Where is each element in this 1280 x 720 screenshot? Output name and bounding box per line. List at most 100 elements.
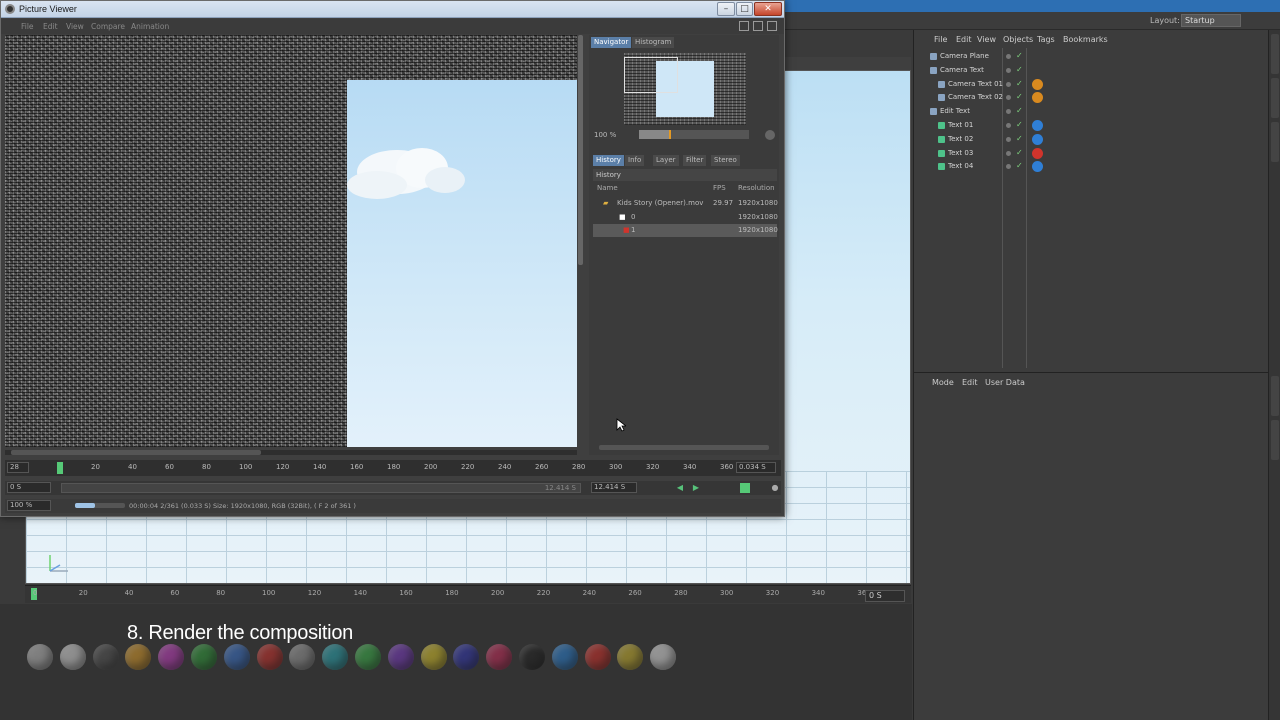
side-tab[interactable] <box>1271 420 1279 460</box>
material-swatch[interactable] <box>223 644 250 670</box>
tab-filter[interactable]: Filter <box>683 155 707 166</box>
preview-range[interactable]: 12.414 S <box>61 483 581 493</box>
material-swatch[interactable] <box>387 644 414 670</box>
play-backward-icon[interactable]: ◀ <box>675 483 685 493</box>
tab-stereo[interactable]: Stereo <box>711 155 740 166</box>
material-swatch[interactable] <box>355 644 381 670</box>
om-object-row[interactable]: Camera Text ✓ <box>914 64 1269 78</box>
visibility-dot[interactable] <box>1006 109 1011 115</box>
material-swatch[interactable] <box>486 644 513 670</box>
om-menu-bookmarks[interactable]: Bookmarks <box>1063 35 1108 44</box>
material-swatch[interactable] <box>289 644 316 670</box>
material-swatch[interactable] <box>453 644 480 670</box>
visibility-dot[interactable] <box>1006 123 1011 128</box>
pv-menu-edit[interactable]: Edit <box>43 22 58 31</box>
om-object-row[interactable]: Camera Text 01 ✓ <box>914 78 1269 92</box>
object-tag-icon[interactable] <box>1032 133 1043 145</box>
enabled-check-icon[interactable]: ✓ <box>1016 120 1023 129</box>
zoom-reset-icon[interactable] <box>765 130 775 140</box>
material-swatch[interactable] <box>27 644 53 670</box>
om-object-row[interactable]: Camera Text 02 ✓ <box>914 91 1269 105</box>
material-swatch[interactable] <box>650 644 677 670</box>
object-tag-icon[interactable] <box>1032 161 1043 173</box>
visibility-dot[interactable] <box>1006 164 1011 170</box>
history-scrollbar[interactable] <box>599 445 769 450</box>
material-swatch[interactable] <box>125 644 152 670</box>
material-swatch[interactable] <box>158 644 185 670</box>
om-object-row[interactable]: Text 03 ✓ <box>914 147 1269 161</box>
object-tag-icon[interactable] <box>1032 120 1043 131</box>
col-fps[interactable]: FPS <box>713 184 726 192</box>
close-button[interactable]: ✕ <box>754 2 782 16</box>
enabled-check-icon[interactable]: ✓ <box>1016 65 1023 74</box>
start-field[interactable]: 0 S <box>7 482 51 493</box>
enabled-check-icon[interactable]: ✓ <box>1016 106 1023 115</box>
visibility-dot[interactable] <box>1006 136 1011 142</box>
material-swatch[interactable] <box>256 644 283 670</box>
tab-histogram[interactable]: Histogram <box>632 37 675 48</box>
navigator-thumbnail[interactable] <box>624 53 746 125</box>
pv-timeline[interactable]: 28 20 40 60 80 100 120 140 160 180 200 220 240 260 28… <box>5 460 781 476</box>
material-swatch[interactable] <box>420 644 447 670</box>
visibility-dot[interactable] <box>1006 95 1011 101</box>
vertical-scrollbar[interactable] <box>578 35 583 265</box>
pv-menu-animation[interactable]: Animation <box>131 22 169 31</box>
host-time-field[interactable]: 0 S <box>865 590 905 602</box>
material-swatch[interactable] <box>584 644 611 670</box>
pv-menu-view[interactable]: View <box>66 22 84 31</box>
om-menu-tags[interactable]: Tags <box>1037 35 1055 44</box>
pv-menu-compare[interactable]: Compare <box>91 22 125 31</box>
enabled-check-icon[interactable]: ✓ <box>1016 134 1023 143</box>
render-canvas[interactable] <box>5 35 577 447</box>
col-name[interactable]: Name <box>597 184 618 192</box>
panel-icon[interactable] <box>739 21 749 31</box>
enabled-check-icon[interactable]: ✓ <box>1016 51 1023 60</box>
om-object-row[interactable]: Edit Text ✓ <box>914 105 1269 119</box>
attr-menu-mode[interactable]: Mode <box>932 378 954 387</box>
pv-menu-file[interactable]: File <box>21 22 34 31</box>
play-forward-icon[interactable]: ▶ <box>691 483 701 493</box>
side-tab[interactable] <box>1271 122 1279 162</box>
navigator-view-rect[interactable] <box>624 57 678 93</box>
time-field[interactable]: 0.034 S <box>736 462 776 473</box>
om-menu-objects[interactable]: Objects <box>1003 35 1033 44</box>
tab-history[interactable]: History <box>593 155 624 166</box>
minimize-button[interactable]: – <box>717 2 735 16</box>
material-swatch[interactable] <box>617 644 644 670</box>
enabled-check-icon[interactable]: ✓ <box>1016 148 1023 157</box>
tab-navigator[interactable]: Navigator <box>591 37 632 48</box>
side-tab[interactable] <box>1271 34 1279 74</box>
maximize-button[interactable]: □ <box>736 2 753 16</box>
side-tab[interactable] <box>1271 78 1279 118</box>
loop-icon[interactable] <box>740 483 750 493</box>
end-field[interactable]: 12.414 S <box>591 482 637 493</box>
tab-layer[interactable]: Layer <box>653 155 679 166</box>
om-menu-view[interactable]: View <box>977 35 996 44</box>
history-row[interactable]: ■ 0 1920x1080 <box>593 211 778 224</box>
horizontal-scrollbar-thumb[interactable] <box>11 450 261 455</box>
object-tag-icon[interactable] <box>1032 92 1043 104</box>
om-object-row[interactable]: Text 02 ✓ <box>914 133 1269 147</box>
enabled-check-icon[interactable]: ✓ <box>1016 79 1023 88</box>
om-object-row[interactable]: Text 01 ✓ <box>914 119 1269 133</box>
om-object-row[interactable]: Camera Plane ✓ <box>914 50 1269 64</box>
col-resolution[interactable]: Resolution <box>738 184 775 192</box>
pv-titlebar[interactable]: Picture Viewer – □ ✕ <box>1 1 784 18</box>
history-row[interactable]: ▰ Kids Story (Opener).mov 29.97 1920x108… <box>593 197 778 210</box>
material-swatch[interactable] <box>322 644 349 670</box>
material-swatch[interactable] <box>551 644 578 670</box>
material-swatch[interactable] <box>59 644 86 670</box>
host-timeline[interactable]: 0 20 40 60 80 100 120 140 160 180 200 220 240 260 280 3… <box>25 585 911 603</box>
visibility-dot[interactable] <box>1006 67 1011 73</box>
material-swatch[interactable] <box>519 644 545 670</box>
expand-icon[interactable] <box>753 21 763 31</box>
options-icon[interactable]: ● <box>770 483 780 493</box>
enabled-check-icon[interactable]: ✓ <box>1016 161 1023 170</box>
material-swatch[interactable] <box>191 644 217 670</box>
attr-menu-edit[interactable]: Edit <box>962 378 978 387</box>
visibility-dot[interactable] <box>1006 54 1011 59</box>
frame-field[interactable]: 28 <box>7 462 29 473</box>
object-tag-icon[interactable] <box>1032 147 1043 159</box>
status-zoom[interactable]: 100 % <box>7 500 51 511</box>
enabled-check-icon[interactable]: ✓ <box>1016 92 1023 101</box>
